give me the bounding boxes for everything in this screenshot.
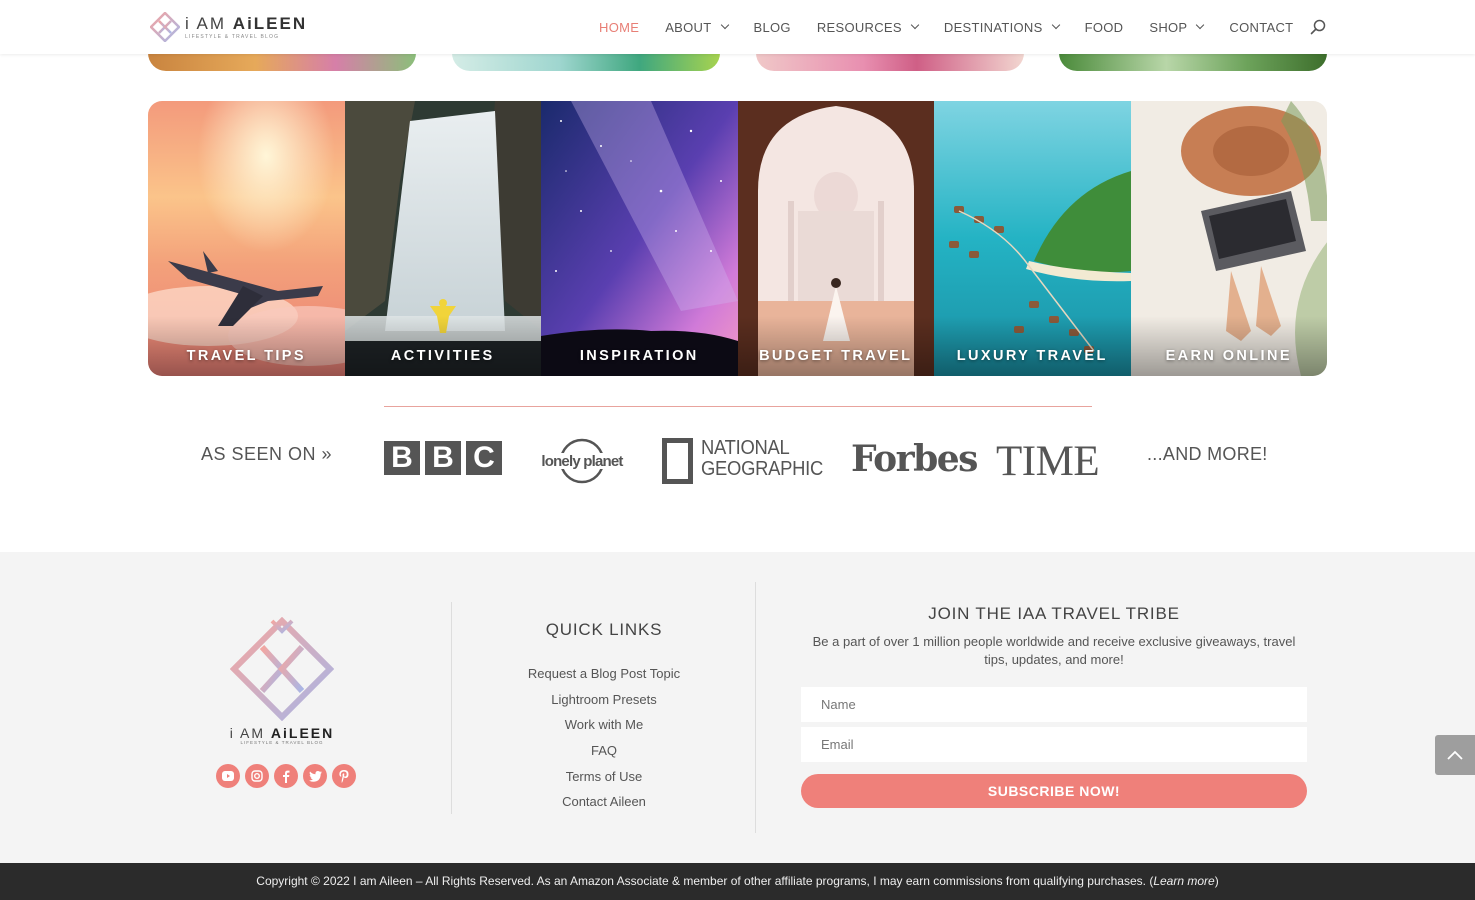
logo-diamond-icon [150, 12, 180, 42]
back-to-top-button[interactable] [1435, 735, 1475, 775]
category-label: ACTIVITIES [390, 348, 495, 364]
nav-about[interactable]: ABOUT [665, 20, 729, 35]
category-label: LUXURY TRAVEL [956, 348, 1108, 364]
quick-link-work-with-me[interactable]: Work with Me [452, 716, 756, 742]
forbes-logo: Forbes [851, 438, 978, 480]
time-logo: TIME [996, 438, 1100, 485]
copyright-text: Copyright © 2022 I am Aileen – All Right… [256, 874, 1154, 888]
instagram-icon[interactable] [245, 764, 269, 788]
subscribe-button[interactable]: SUBSCRIBE NOW! [801, 774, 1307, 808]
copyright-bar: Copyright © 2022 I am Aileen – All Right… [0, 863, 1475, 900]
category-label: EARN ONLINE [1165, 348, 1292, 364]
quick-link-lightroom-presets[interactable]: Lightroom Presets [452, 691, 756, 717]
main-nav: HOME ABOUT BLOG RESOURCES DESTINATIONS F… [599, 0, 1319, 54]
search-icon[interactable] [1310, 19, 1326, 35]
category-label: INSPIRATION [579, 348, 699, 364]
footer-logo-tagline: LIFESTYLE & TRAVEL BLOG [240, 740, 324, 745]
youtube-icon[interactable] [216, 764, 240, 788]
nav-blog[interactable]: BLOG [754, 20, 791, 35]
footer-logo-diamond-icon[interactable] [230, 617, 334, 721]
nav-contact[interactable]: CONTACT [1229, 20, 1293, 35]
newsletter-title: JOIN THE IAA TRAVEL TRIBE [928, 604, 1180, 623]
chevron-down-icon [910, 20, 920, 30]
category-inspiration[interactable]: INSPIRATION [541, 101, 738, 376]
facebook-icon[interactable] [274, 764, 298, 788]
learn-more-link[interactable]: Learn more [1153, 874, 1214, 888]
category-grid: TRAVEL TIPS ACTIVITIES INSPIRATION BUDGE… [148, 101, 1327, 376]
nav-food[interactable]: FOOD [1085, 20, 1124, 35]
logo-name: AiLEEN [232, 13, 308, 33]
quick-link-contact[interactable]: Contact Aileen [452, 793, 756, 819]
and-more-label: ...AND MORE! [1147, 444, 1268, 464]
logo-tagline: LIFESTYLE & TRAVEL BLOG [185, 33, 280, 40]
nav-resources[interactable]: RESOURCES [817, 20, 920, 35]
quick-links-title: QUICK LINKS [545, 620, 663, 639]
quick-links-list: Request a Blog Post Topic Lightroom Pres… [452, 665, 756, 819]
logo-prefix: i AM [185, 13, 227, 33]
category-travel-tips[interactable]: TRAVEL TIPS [148, 101, 345, 376]
page: i AM AiLEEN LIFESTYLE & TRAVEL BLOG HOME… [0, 0, 1475, 900]
as-seen-on-label: AS SEEN ON » [201, 444, 333, 464]
social-links [216, 764, 356, 788]
category-label: BUDGET TRAVEL [759, 348, 913, 364]
newsletter-description: Be a part of over 1 million people world… [812, 634, 1296, 667]
category-budget-travel[interactable]: BUDGET TRAVEL [737, 101, 934, 376]
nav-shop[interactable]: SHOP [1149, 20, 1205, 35]
quick-link-request-topic[interactable]: Request a Blog Post Topic [452, 665, 756, 691]
category-activities[interactable]: ACTIVITIES [344, 101, 541, 376]
nav-destinations[interactable]: DESTINATIONS [944, 20, 1060, 35]
pinterest-icon[interactable] [332, 764, 356, 788]
chevron-down-icon [1051, 20, 1060, 30]
quick-link-faq[interactable]: FAQ [452, 742, 756, 768]
footer-logo-title: i AM AiLEEN [229, 725, 335, 741]
bbc-logo: B B C [384, 441, 502, 475]
name-field[interactable]: Name [801, 687, 1307, 722]
email-field[interactable]: Email [801, 727, 1307, 762]
chevron-down-icon [720, 20, 729, 30]
quick-link-terms[interactable]: Terms of Use [452, 768, 756, 794]
chevron-up-icon [1447, 750, 1463, 760]
chevron-down-icon [1196, 20, 1205, 30]
category-luxury-travel[interactable]: LUXURY TRAVEL [934, 101, 1131, 376]
divider [384, 406, 1092, 407]
nav-home[interactable]: HOME [599, 20, 639, 35]
site-logo[interactable]: i AM AiLEEN LIFESTYLE & TRAVEL BLOG [150, 11, 307, 43]
site-header: i AM AiLEEN LIFESTYLE & TRAVEL BLOG HOME… [0, 0, 1475, 54]
lonely-planet-logo: lonely planet [536, 438, 628, 484]
inspiration-image [541, 101, 738, 376]
category-label: TRAVEL TIPS [186, 348, 306, 364]
twitter-icon[interactable] [303, 764, 327, 788]
category-earn-online[interactable]: EARN ONLINE [1130, 101, 1327, 376]
national-geographic-logo: NATIONAL GEOGRAPHIC [662, 438, 834, 484]
svg-text:lonely planet: lonely planet [541, 453, 623, 470]
